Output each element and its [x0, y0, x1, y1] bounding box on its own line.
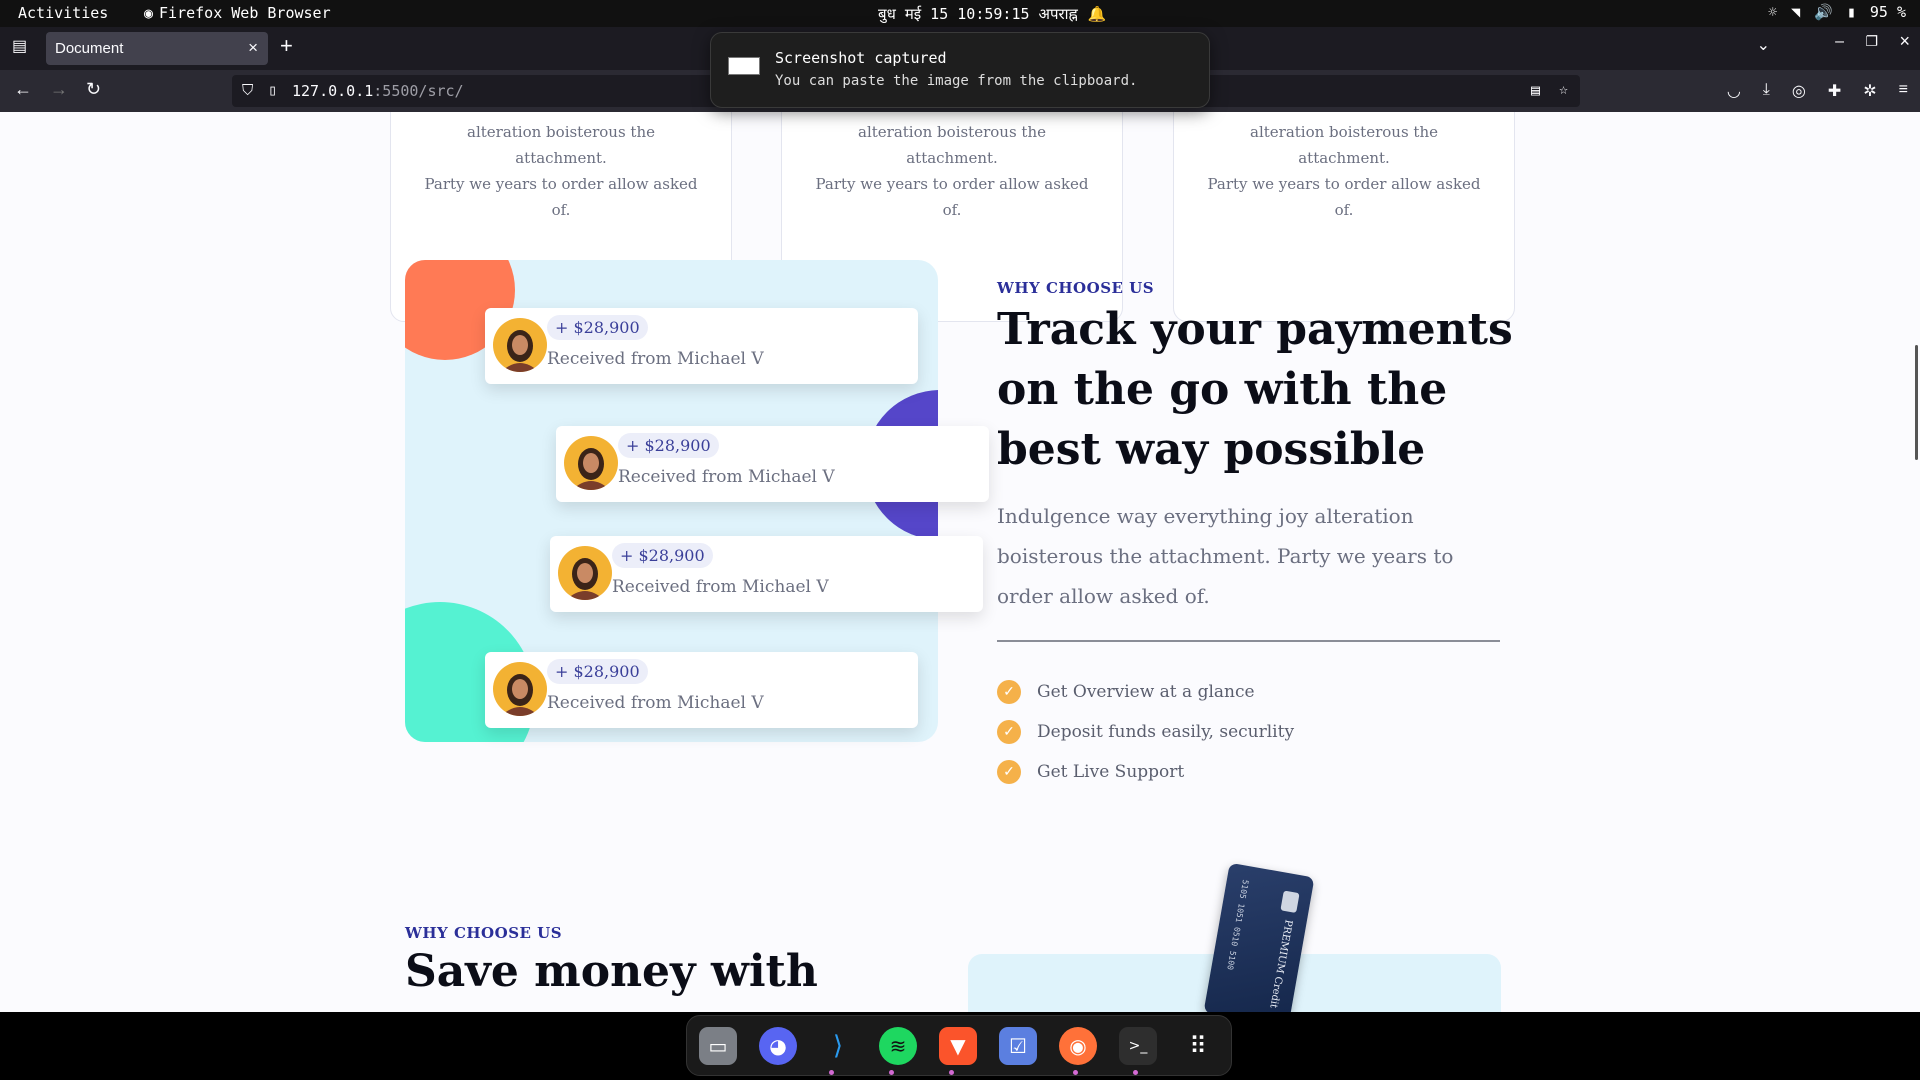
divider — [997, 640, 1500, 642]
url-text: 127.0.0.1:5500/src/ — [292, 82, 464, 100]
avatar — [558, 546, 612, 600]
forward-icon[interactable]: → — [50, 79, 68, 100]
app-grid-icon[interactable]: ⠿ — [1179, 1027, 1217, 1065]
payment-card: + $28,900 Received from Michael V — [550, 536, 983, 612]
check-icon: ✓ — [997, 680, 1021, 704]
pocket-icon[interactable]: ◡ — [1727, 81, 1741, 101]
card-label: PREMIUM Credit — [1267, 918, 1294, 1009]
avatar — [493, 318, 547, 372]
running-indicator — [1133, 1070, 1138, 1075]
feature-item: ✓ Get Live Support — [997, 760, 1184, 784]
files-icon[interactable]: ▭ — [699, 1027, 737, 1065]
account-icon[interactable]: ◎ — [1792, 81, 1806, 101]
system-top-bar: Activities ◉ Firefox Web Browser बुध मई 1… — [0, 0, 1920, 27]
notification-title: Screenshot captured — [775, 49, 947, 67]
amount-badge: + $28,900 — [618, 433, 719, 458]
tasks-icon[interactable]: ☑ — [999, 1027, 1037, 1065]
clock[interactable]: बुध मई 15 10:59:15 अपराह्न 🔔 — [878, 4, 1107, 24]
section-kicker: WHY CHOOSE US — [997, 279, 1155, 297]
payment-label: Received from Michael V — [612, 577, 829, 597]
brave-icon[interactable]: ▼ — [939, 1027, 977, 1065]
close-tab-icon[interactable]: × — [248, 38, 258, 58]
discord-icon[interactable]: ◕ — [759, 1027, 797, 1065]
close-window-icon[interactable]: × — [1899, 31, 1910, 52]
running-indicator — [1073, 1070, 1078, 1075]
page-icon: ▯ — [268, 81, 278, 99]
section-heading: Save money with — [405, 946, 818, 997]
tab-list-icon[interactable]: ▤ — [12, 36, 27, 56]
tab-title: Document — [55, 40, 124, 57]
feature-card: alteration boisterous the attachment. Par… — [1173, 112, 1515, 322]
toolbar-right: ◡ ⤓ ◎ ✚ ✲ ≡ — [1727, 81, 1908, 101]
card-number: 5105 1051 0510 5100 — [1225, 878, 1251, 971]
extensions-icon[interactable]: ✚ — [1828, 81, 1841, 101]
reload-icon[interactable]: ↻ — [86, 79, 101, 100]
system-tray[interactable]: ☼ ◥ 🔊 ▮ 95 % — [1768, 3, 1906, 21]
addon-icon[interactable]: ✲ — [1863, 81, 1876, 101]
bookmark-star-icon[interactable]: ☆ — [1559, 80, 1568, 98]
tab-document[interactable]: Document × — [46, 32, 268, 65]
shield-icon[interactable]: ⛉ — [242, 81, 253, 99]
battery-level: 95 % — [1869, 3, 1906, 21]
back-icon[interactable]: ← — [14, 79, 32, 100]
running-indicator — [889, 1070, 894, 1075]
amount-badge: + $28,900 — [612, 543, 713, 568]
list-all-tabs-icon[interactable]: ⌄ — [1757, 35, 1770, 55]
spotify-icon[interactable]: ≋ — [879, 1027, 917, 1065]
check-icon: ✓ — [997, 720, 1021, 744]
battery-icon: ▮ — [1846, 3, 1856, 21]
payment-card: + $28,900 Received from Michael V — [485, 308, 918, 384]
notification-body: You can paste the image from the clipboa… — [775, 73, 1138, 89]
check-icon: ✓ — [997, 760, 1021, 784]
activities-button[interactable]: Activities — [18, 4, 108, 22]
section-heading: Track your payments on the go with the b… — [997, 304, 1513, 475]
avatar — [493, 662, 547, 716]
vscode-icon[interactable]: ⟩ — [819, 1027, 857, 1065]
wifi-icon: ◥ — [1791, 3, 1801, 21]
screenshot-thumbnail — [728, 57, 760, 75]
restore-icon[interactable]: ❐ — [1865, 33, 1878, 50]
volume-icon: 🔊 — [1814, 3, 1833, 21]
payment-label: Received from Michael V — [618, 467, 835, 487]
firefox-icon[interactable]: ◉ — [1059, 1027, 1097, 1065]
new-tab-button[interactable]: + — [280, 33, 293, 59]
payment-label: Received from Michael V — [547, 349, 764, 369]
section-kicker: WHY CHOOSE US — [405, 924, 563, 942]
feature-item: ✓ Get Overview at a glance — [997, 680, 1255, 704]
active-app-menu[interactable]: ◉ Firefox Web Browser — [144, 4, 331, 22]
page-content: alteration boisterous the attachment. Par… — [0, 112, 1920, 1012]
amount-badge: + $28,900 — [547, 659, 648, 684]
amount-badge: + $28,900 — [547, 315, 648, 340]
avatar — [564, 436, 618, 490]
dock: ▭ ◕ ⟩ ≋ ▼ ☑ ◉ >_ ⠿ — [686, 1015, 1232, 1076]
section-description: Indulgence way everything joy alteration… — [997, 504, 1454, 608]
payment-label: Received from Michael V — [547, 693, 764, 713]
brightness-icon: ☼ — [1768, 3, 1778, 21]
payment-card: + $28,900 Received from Michael V — [485, 652, 918, 728]
bell-icon: 🔔 — [1087, 5, 1107, 23]
page-scrollbar[interactable] — [1915, 345, 1918, 460]
reader-view-icon[interactable]: ▤ — [1531, 81, 1540, 99]
menu-icon[interactable]: ≡ — [1899, 81, 1908, 101]
screenshot-notification[interactable]: Screenshot captured You can paste the im… — [710, 32, 1210, 108]
downloads-icon[interactable]: ⤓ — [1763, 81, 1770, 101]
payment-card: + $28,900 Received from Michael V — [556, 426, 989, 502]
minimize-icon[interactable]: – — [1835, 33, 1844, 51]
terminal-icon[interactable]: >_ — [1119, 1027, 1157, 1065]
firefox-icon: ◉ — [144, 4, 154, 22]
card-chip — [1280, 890, 1300, 913]
feature-item: ✓ Deposit funds easily, securlity — [997, 720, 1294, 744]
running-indicator — [949, 1070, 954, 1075]
running-indicator — [829, 1070, 834, 1075]
